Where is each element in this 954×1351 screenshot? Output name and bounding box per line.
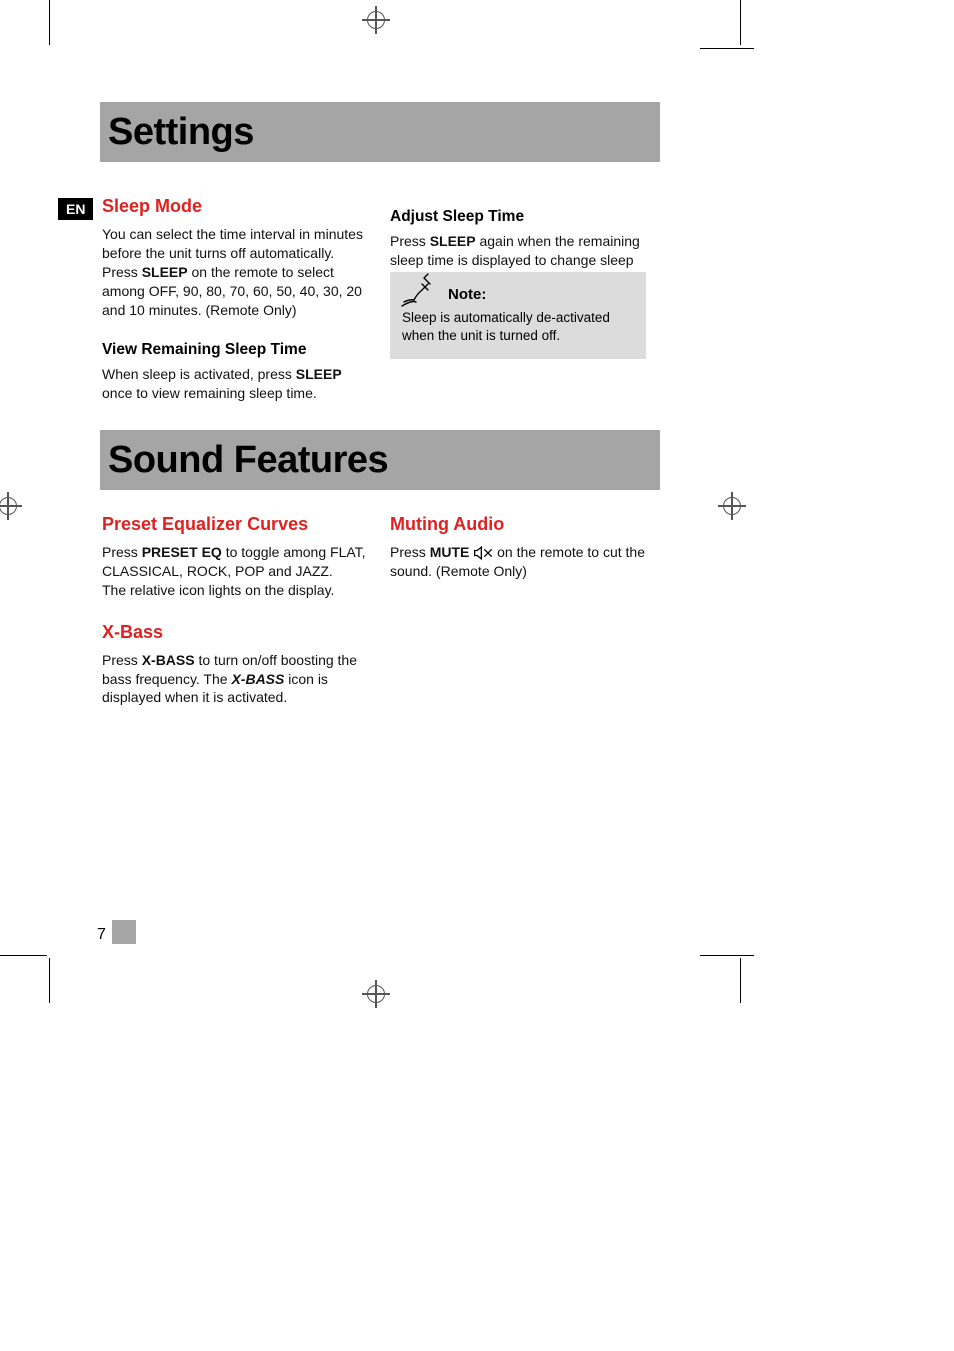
note-body: Sleep is automatically de-activated when… (402, 309, 634, 345)
text-muting: Press MUTE on the remote to cut the soun… (390, 543, 650, 581)
button-label-sleep: SLEEP (296, 366, 342, 382)
text: When sleep is activated, press (102, 366, 296, 382)
section-banner-settings: Settings (100, 102, 660, 162)
text-xbass: Press X-BASS to turn on/off boosting the… (102, 651, 372, 708)
note-label: Note: (448, 286, 634, 303)
language-badge: EN (58, 198, 93, 220)
col-muting: Muting Audio Press MUTE on the remote to… (390, 514, 650, 581)
crop-mark (700, 48, 754, 49)
banner-title: Sound Features (108, 439, 388, 482)
crop-mark (740, 958, 741, 1003)
registration-mark-icon (362, 980, 390, 1008)
heading-adjust-sleep: Adjust Sleep Time (390, 208, 650, 226)
text-view-remaining: When sleep is activated, press SLEEP onc… (102, 365, 372, 403)
crop-mark (49, 0, 50, 45)
crop-mark (0, 955, 47, 956)
text: Press (390, 233, 430, 249)
crop-mark (700, 955, 754, 956)
heading-view-remaining: View Remaining Sleep Time (102, 341, 372, 359)
note-box: Note: Sleep is automatically de-activate… (390, 272, 646, 359)
col-preset-eq: Preset Equalizer Curves Press PRESET EQ … (102, 514, 372, 707)
heading-preset-eq: Preset Equalizer Curves (102, 514, 372, 535)
text-sleep-mode-intro: You can select the time interval in minu… (102, 225, 372, 263)
col-sleep-mode: Sleep Mode You can select the time inter… (102, 196, 372, 403)
registration-mark-icon (362, 6, 390, 34)
banner-title: Settings (108, 111, 254, 154)
button-label-sleep: SLEEP (142, 264, 188, 280)
text: Press (102, 264, 142, 280)
text: You can select the time interval in minu… (102, 226, 363, 261)
heading-sleep-mode: Sleep Mode (102, 196, 372, 217)
hand-pencil-icon (398, 270, 438, 310)
page-square-decoration (112, 920, 136, 944)
button-label-xbass: X-BASS (142, 652, 195, 668)
text-preset-eq-2: The relative icon lights on the display. (102, 581, 372, 600)
text-preset-eq: Press PRESET EQ to toggle among FLAT, CL… (102, 543, 372, 581)
section-banner-sound-features: Sound Features (100, 430, 660, 490)
heading-muting: Muting Audio (390, 514, 650, 535)
heading-xbass: X-Bass (102, 622, 372, 643)
registration-mark-icon (0, 492, 22, 520)
crop-mark (49, 958, 50, 1003)
text: Press (102, 652, 142, 668)
page-number: 7 (97, 926, 106, 944)
button-label-preset-eq: PRESET EQ (142, 544, 222, 560)
text: once to view remaining sleep time. (102, 385, 317, 401)
mute-icon (473, 546, 493, 560)
text: Press (390, 544, 430, 560)
button-label-mute: MUTE (430, 544, 470, 560)
icon-label-xbass: X-BASS (231, 671, 284, 687)
registration-mark-icon (718, 492, 746, 520)
crop-mark (740, 0, 741, 45)
text-sleep-mode-instruction: Press SLEEP on the remote to select amon… (102, 263, 372, 320)
button-label-sleep: SLEEP (430, 233, 476, 249)
text: Press (102, 544, 142, 560)
